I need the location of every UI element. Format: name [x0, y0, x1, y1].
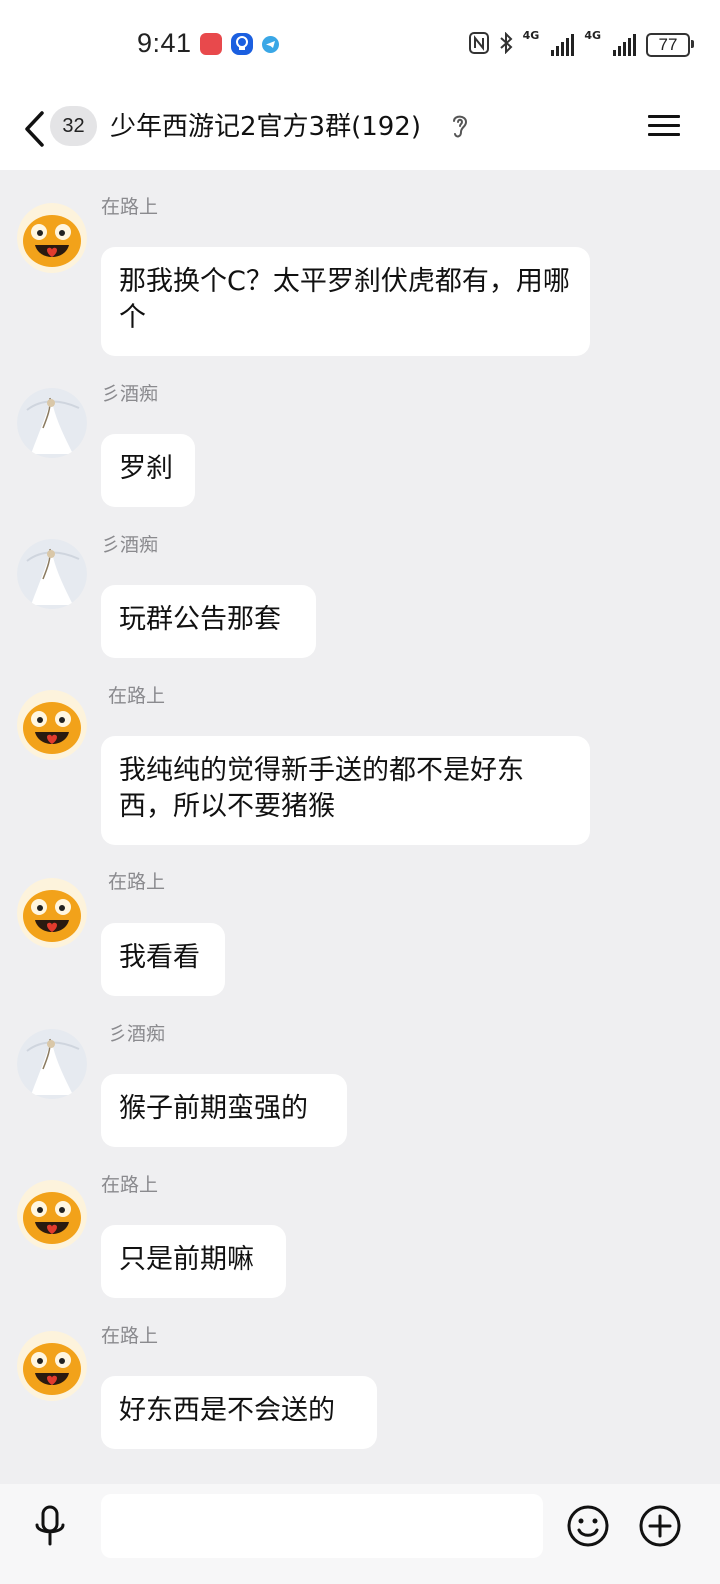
message-bubble[interactable]: 我纯纯的觉得新手送的都不是好东西，所以不要猪猴	[101, 736, 590, 845]
sender-name: 在路上	[101, 1174, 159, 1196]
white-dress-figure-avatar[interactable]	[17, 388, 87, 458]
signal-icon	[551, 34, 575, 56]
message-bubble[interactable]: 玩群公告那套	[101, 585, 316, 658]
white-dress-figure-avatar[interactable]	[17, 539, 87, 609]
telegram-icon	[262, 36, 279, 53]
sender-name: 在路上	[108, 871, 166, 893]
white-dress-figure-avatar[interactable]	[17, 1029, 87, 1099]
signal-icon-2	[613, 34, 636, 56]
message-bubble[interactable]: 那我换个C？太平罗刹伏虎都有，用哪个	[101, 247, 590, 356]
huawei-app-icon	[200, 33, 222, 55]
input-bar	[0, 1484, 720, 1584]
message-bubble[interactable]: 罗刹	[101, 434, 195, 507]
status-time: 9:41	[137, 28, 192, 58]
message-bubble[interactable]: 猴子前期蛮强的	[101, 1074, 347, 1147]
sender-name: 在路上	[101, 1325, 159, 1347]
orange-creature-avatar[interactable]	[17, 878, 87, 948]
ear-icon[interactable]	[448, 110, 472, 142]
chat-title[interactable]: 少年西游记2官方3群(192)	[110, 108, 421, 146]
network-type-label: 4G	[522, 29, 540, 42]
emoji-icon[interactable]	[566, 1504, 610, 1548]
plus-icon[interactable]	[638, 1504, 682, 1548]
sender-name: 在路上	[108, 685, 166, 707]
sender-name: 彡酒痴	[101, 534, 159, 556]
unread-count-badge[interactable]: 32	[50, 106, 97, 146]
sender-name: 彡酒痴	[108, 1023, 166, 1045]
battery-icon: 77	[646, 33, 694, 57]
message-input[interactable]	[101, 1494, 543, 1558]
bluetooth-icon	[499, 31, 513, 59]
nfc-icon	[468, 31, 489, 59]
message-bubble[interactable]: 好东西是不会送的	[101, 1376, 377, 1449]
sender-name: 彡酒痴	[101, 383, 159, 405]
orange-creature-avatar[interactable]	[17, 1180, 87, 1250]
orange-creature-avatar[interactable]	[17, 690, 87, 760]
network-type-label-2: 4G	[584, 29, 601, 42]
microphone-icon[interactable]	[30, 1504, 70, 1548]
sender-name: 在路上	[101, 196, 159, 218]
status-icons: 4G 4G 77	[468, 29, 694, 60]
message-bubble[interactable]: 只是前期嘛	[101, 1225, 286, 1298]
battery-level: 77	[658, 35, 678, 54]
status-bar: 9:41 4G 4G 77	[0, 0, 720, 88]
message-bubble[interactable]: 我看看	[101, 923, 225, 996]
orange-creature-avatar[interactable]	[17, 203, 87, 273]
bulb-app-icon	[231, 33, 253, 55]
back-arrow-icon[interactable]	[22, 110, 46, 148]
chat-header: 32 少年西游记2官方3群(192)	[0, 88, 720, 170]
orange-creature-avatar[interactable]	[17, 1331, 87, 1401]
menu-icon[interactable]	[648, 110, 680, 142]
